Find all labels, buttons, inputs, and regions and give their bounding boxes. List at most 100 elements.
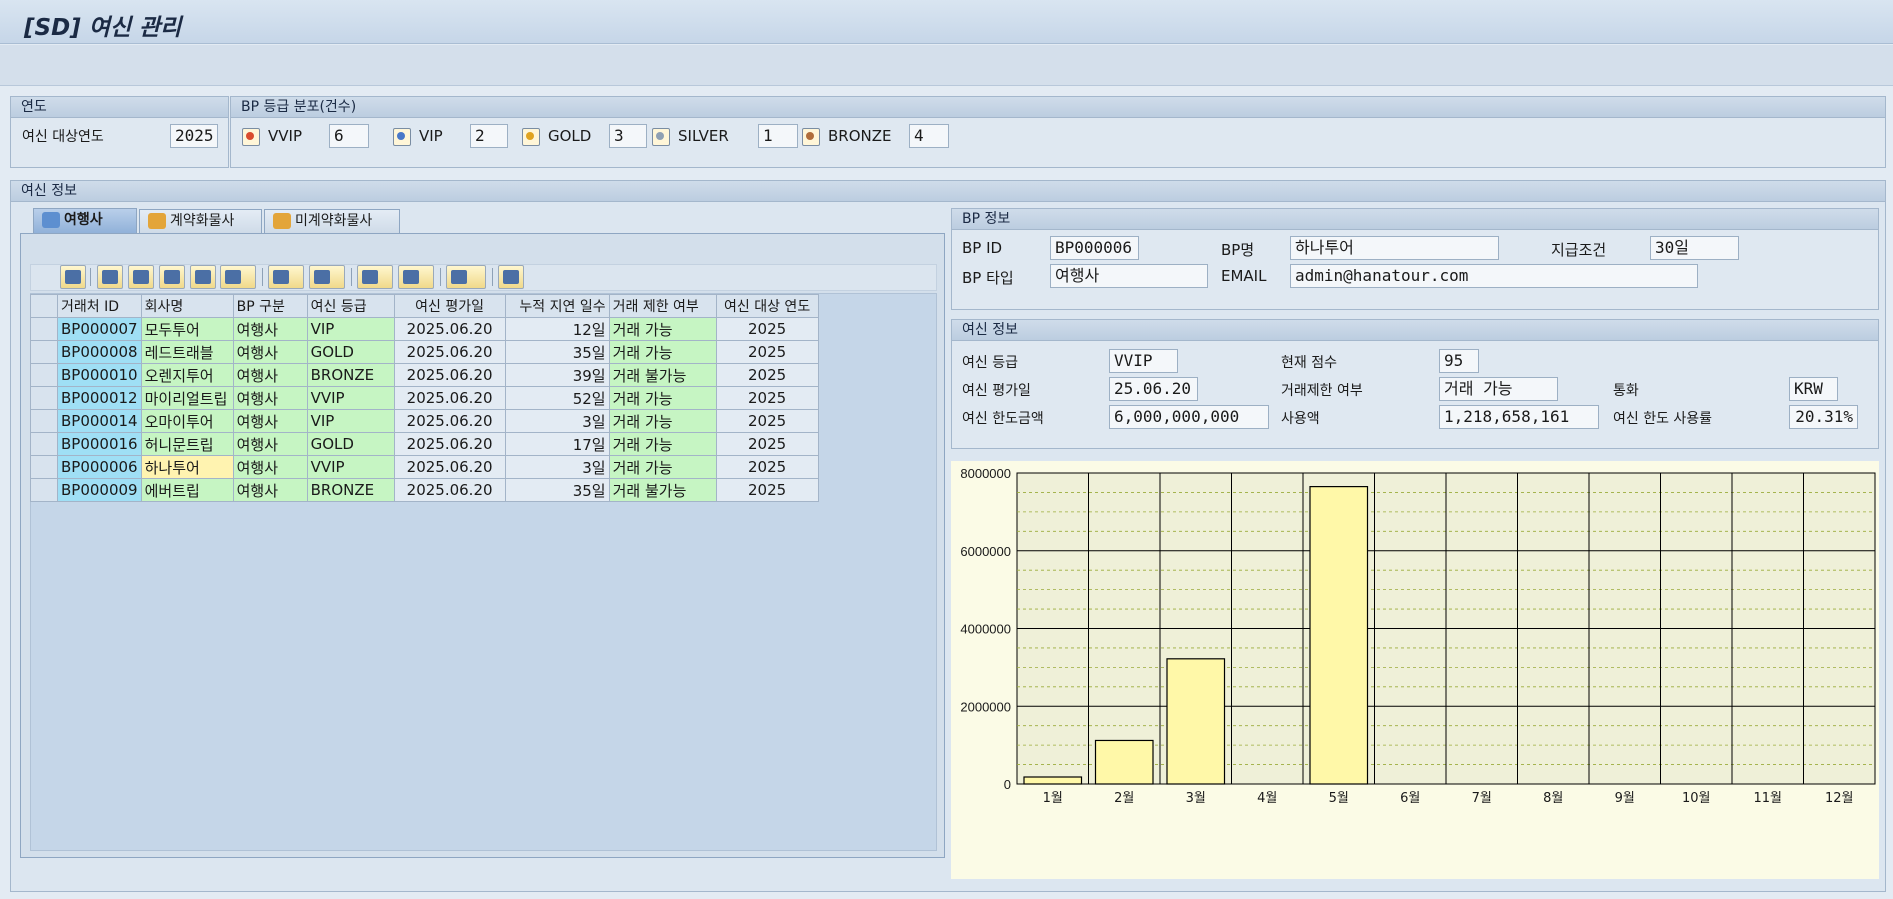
bp-type-field[interactable]: 여행사 xyxy=(1050,264,1208,288)
email-field[interactable]: admin@hanatour.com xyxy=(1290,264,1698,288)
col-header-grade[interactable]: 여신 등급 xyxy=(306,294,395,318)
subtotal-button[interactable] xyxy=(309,265,345,289)
row-selector[interactable] xyxy=(30,340,58,364)
cell-grade[interactable]: GOLD xyxy=(306,432,395,456)
col-header-bp-id[interactable]: 거래처 ID xyxy=(57,294,142,318)
tab-noncontract-cargo[interactable]: 미계약화물사 xyxy=(264,209,400,233)
cell-bp-id[interactable]: BP000007 xyxy=(57,317,142,341)
cell-company[interactable]: 마이리얼트립 xyxy=(140,386,234,410)
cell-year[interactable]: 2025 xyxy=(715,386,819,410)
bp-name-field[interactable]: 하나투어 xyxy=(1290,236,1499,260)
credit-grade-field[interactable]: VVIP xyxy=(1109,349,1178,373)
limit-usage-rate-field[interactable]: 20.31% xyxy=(1789,405,1858,429)
cell-delay-days[interactable]: 35일 xyxy=(504,478,610,502)
export-button[interactable] xyxy=(398,265,434,289)
info-button[interactable] xyxy=(498,265,524,289)
cell-bp-type[interactable]: 여행사 xyxy=(232,409,308,433)
silver-count-field[interactable]: 1 xyxy=(758,124,798,148)
currency-field[interactable]: KRW xyxy=(1789,377,1838,401)
cell-company[interactable]: 허니문트립 xyxy=(140,432,234,456)
cell-delay-days[interactable]: 17일 xyxy=(504,432,610,456)
cell-company[interactable]: 레드트래블 xyxy=(140,340,234,364)
row-selector[interactable] xyxy=(30,386,58,410)
cell-company[interactable]: 오마이투어 xyxy=(140,409,234,433)
cell-restriction[interactable]: 거래 가능 xyxy=(608,432,717,456)
cell-year[interactable]: 2025 xyxy=(715,455,819,479)
cell-year[interactable]: 2025 xyxy=(715,340,819,364)
col-header-bp-type[interactable]: BP 구분 xyxy=(232,294,308,318)
cell-restriction[interactable]: 거래 불가능 xyxy=(608,478,717,502)
cell-bp-type[interactable]: 여행사 xyxy=(232,363,308,387)
cell-restriction[interactable]: 거래 가능 xyxy=(608,340,717,364)
cell-grade[interactable]: VVIP xyxy=(306,455,395,479)
tab-contract-cargo[interactable]: 계약화물사 xyxy=(139,209,262,233)
cell-company[interactable]: 모두투어 xyxy=(140,317,234,341)
cell-delay-days[interactable]: 3일 xyxy=(504,409,610,433)
sort-descending-button[interactable] xyxy=(128,265,154,289)
cell-delay-days[interactable]: 39일 xyxy=(504,363,610,387)
cell-company[interactable]: 하나투어 xyxy=(140,455,234,479)
col-header-delay-days[interactable]: 누적 지연 일수 xyxy=(504,294,610,318)
table-row[interactable]: BP000012 마이리얼트립 여행사 VVIP 2025.06.20 52일 거래 가능 2… xyxy=(30,386,819,410)
bp-id-field[interactable]: BP000006 xyxy=(1050,236,1139,260)
cell-eval-date[interactable]: 2025.06.20 xyxy=(393,363,506,387)
cell-delay-days[interactable]: 3일 xyxy=(504,455,610,479)
sum-button[interactable] xyxy=(268,265,304,289)
used-amount-field[interactable]: 1,218,658,161 xyxy=(1439,405,1599,429)
cell-year[interactable]: 2025 xyxy=(715,478,819,502)
cell-bp-id[interactable]: BP000006 xyxy=(57,455,142,479)
cell-year[interactable]: 2025 xyxy=(715,363,819,387)
find-button[interactable] xyxy=(159,265,185,289)
table-row[interactable]: BP000016 허니문트립 여행사 GOLD 2025.06.20 17일 거래 가능 20… xyxy=(30,432,819,456)
cell-bp-id[interactable]: BP000009 xyxy=(57,478,142,502)
payment-terms-field[interactable]: 30일 xyxy=(1650,236,1739,260)
cell-eval-date[interactable]: 2025.06.20 xyxy=(393,386,506,410)
row-selector[interactable] xyxy=(30,432,58,456)
cell-delay-days[interactable]: 52일 xyxy=(504,386,610,410)
cell-bp-type[interactable]: 여행사 xyxy=(232,455,308,479)
credit-limit-field[interactable]: 6,000,000,000 xyxy=(1109,405,1269,429)
table-row[interactable]: BP000007 모두투어 여행사 VIP 2025.06.20 12일 거래 가능 2025 xyxy=(30,317,819,341)
cell-year[interactable]: 2025 xyxy=(715,432,819,456)
filter-button[interactable] xyxy=(220,265,256,289)
cell-grade[interactable]: GOLD xyxy=(306,340,395,364)
print-preview-button[interactable] xyxy=(357,265,393,289)
cell-eval-date[interactable]: 2025.06.20 xyxy=(393,455,506,479)
tab-travel-agency[interactable]: 여행사 xyxy=(33,208,137,234)
cell-restriction[interactable]: 거래 가능 xyxy=(608,409,717,433)
eval-date-field[interactable]: 25.06.20 xyxy=(1109,377,1198,401)
table-row[interactable]: BP000010 오렌지투어 여행사 BRONZE 2025.06.20 39일 거래 불가… xyxy=(30,363,819,387)
cell-grade[interactable]: VVIP xyxy=(306,386,395,410)
cell-delay-days[interactable]: 12일 xyxy=(504,317,610,341)
table-row[interactable]: BP000006 하나투어 여행사 VVIP 2025.06.20 3일 거래 가능 2025 xyxy=(30,455,819,479)
table-row[interactable]: BP000008 레드트래블 여행사 GOLD 2025.06.20 35일 거래 가능 20… xyxy=(30,340,819,364)
cell-bp-type[interactable]: 여행사 xyxy=(232,317,308,341)
cell-delay-days[interactable]: 35일 xyxy=(504,340,610,364)
cell-bp-id[interactable]: BP000008 xyxy=(57,340,142,364)
cell-grade[interactable]: BRONZE xyxy=(306,363,395,387)
cell-bp-id[interactable]: BP000016 xyxy=(57,432,142,456)
cell-restriction[interactable]: 거래 가능 xyxy=(608,455,717,479)
cell-grade[interactable]: BRONZE xyxy=(306,478,395,502)
cell-grade[interactable]: VIP xyxy=(306,317,395,341)
cell-bp-type[interactable]: 여행사 xyxy=(232,432,308,456)
vvip-count-field[interactable]: 6 xyxy=(329,124,369,148)
cell-bp-id[interactable]: BP000012 xyxy=(57,386,142,410)
cell-bp-id[interactable]: BP000014 xyxy=(57,409,142,433)
cell-grade[interactable]: VIP xyxy=(306,409,395,433)
cell-bp-type[interactable]: 여행사 xyxy=(232,386,308,410)
col-header-company[interactable]: 회사명 xyxy=(140,294,234,318)
row-selector[interactable] xyxy=(30,409,58,433)
cell-year[interactable]: 2025 xyxy=(715,409,819,433)
bronze-count-field[interactable]: 4 xyxy=(909,124,949,148)
current-score-field[interactable]: 95 xyxy=(1439,349,1479,373)
gold-count-field[interactable]: 3 xyxy=(609,124,647,148)
layout-button[interactable] xyxy=(446,265,486,289)
find-next-button[interactable] xyxy=(190,265,216,289)
cell-restriction[interactable]: 거래 가능 xyxy=(608,317,717,341)
sort-ascending-button[interactable] xyxy=(97,265,123,289)
cell-bp-id[interactable]: BP000010 xyxy=(57,363,142,387)
row-selector[interactable] xyxy=(30,317,58,341)
table-row[interactable]: BP000009 에버트립 여행사 BRONZE 2025.06.20 35일 거래 불가능… xyxy=(30,478,819,502)
cell-year[interactable]: 2025 xyxy=(715,317,819,341)
